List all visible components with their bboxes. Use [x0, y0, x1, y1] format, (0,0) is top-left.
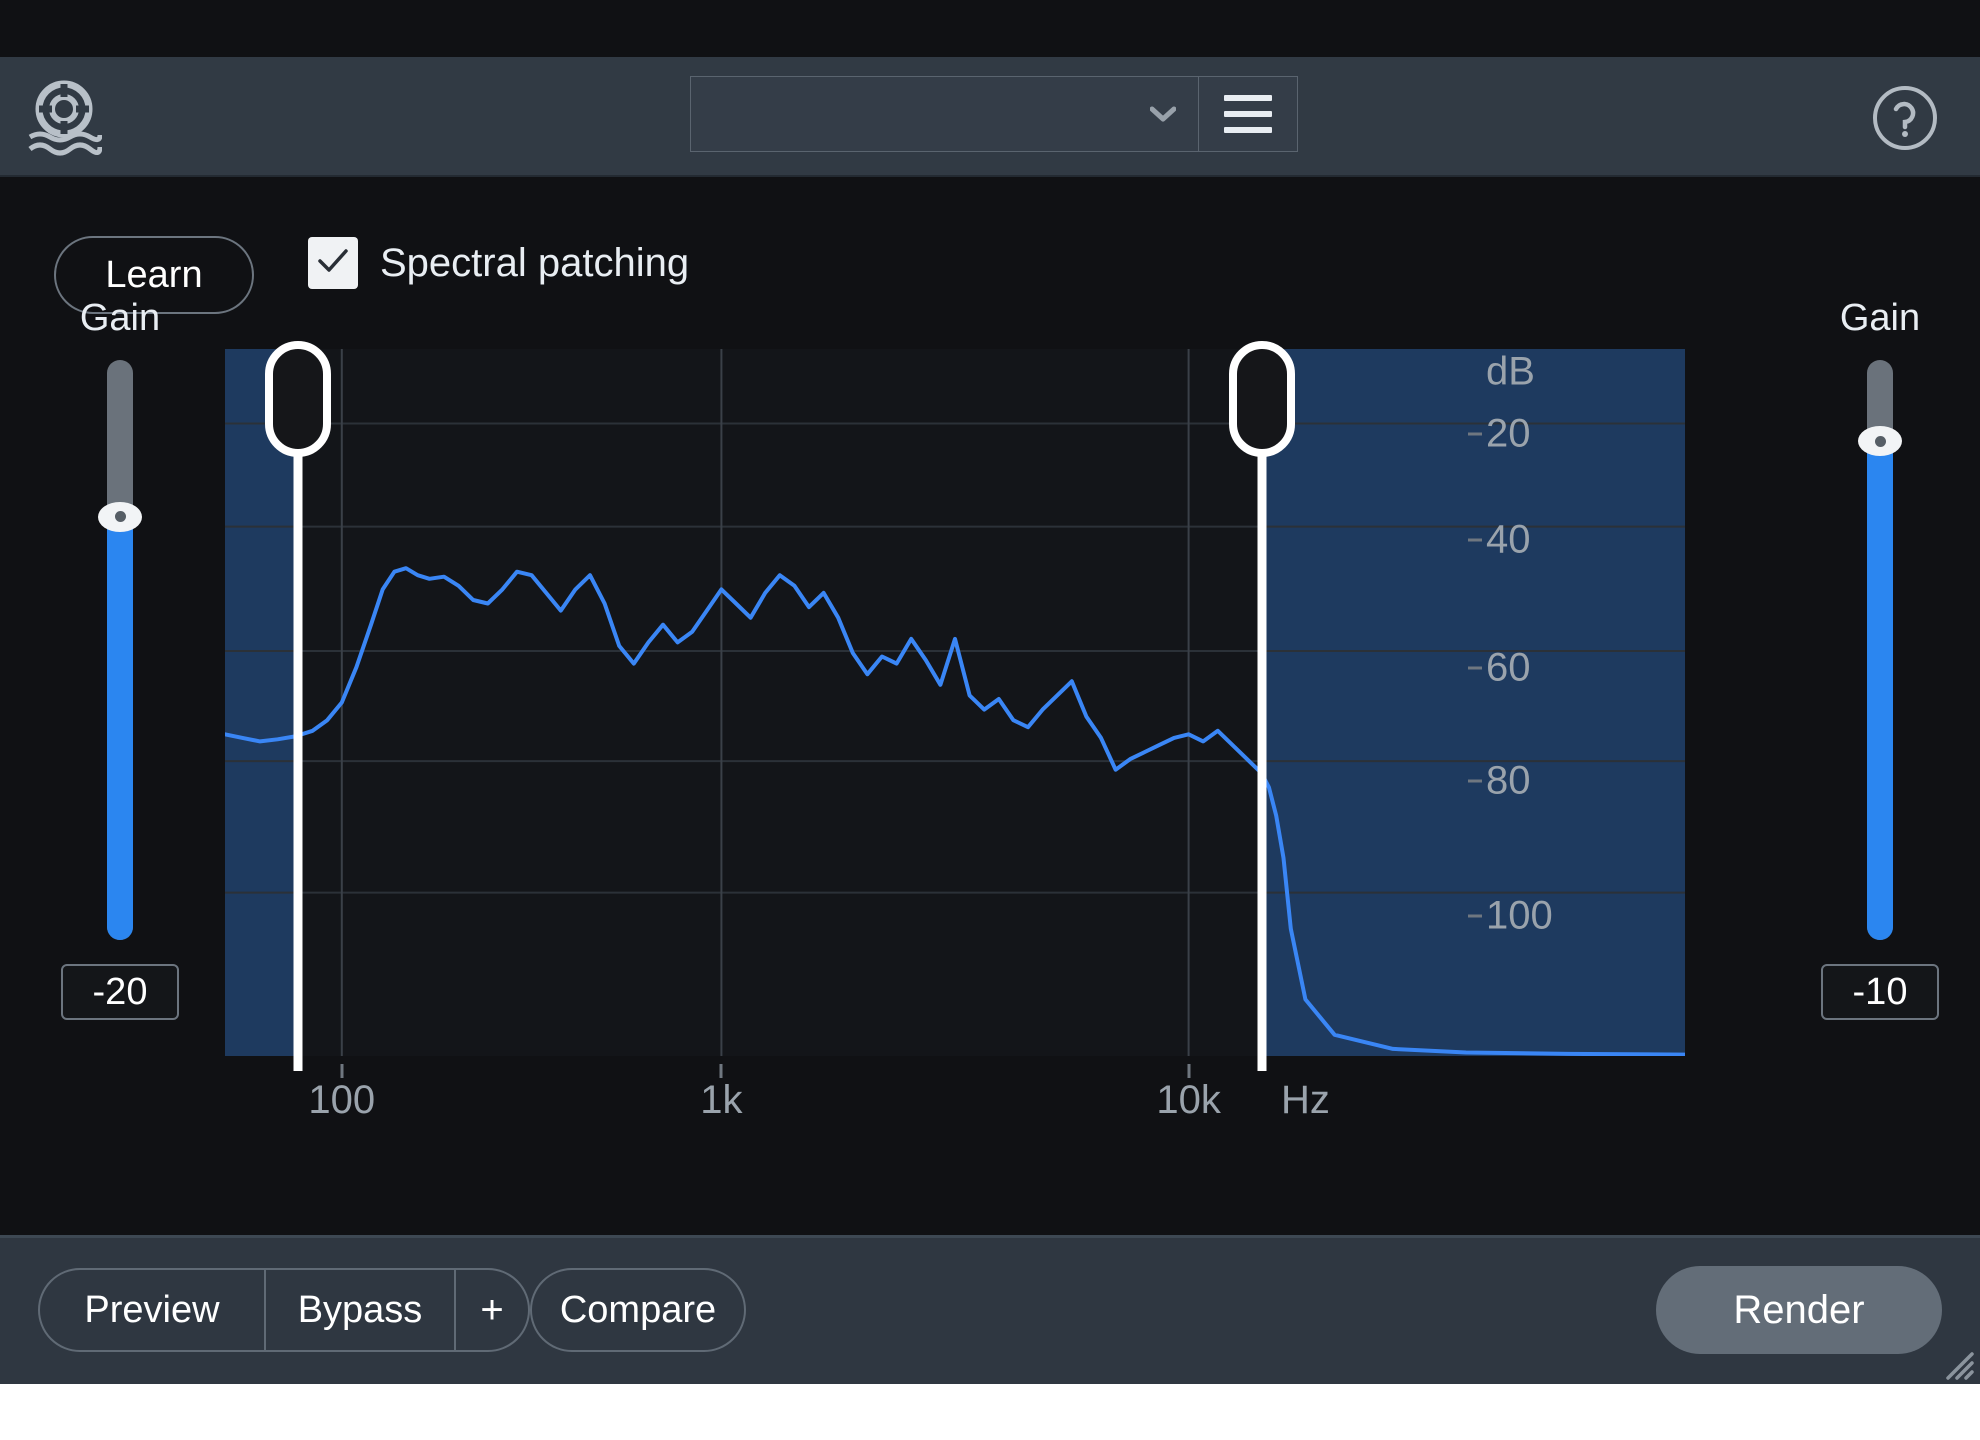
x-tick-mark [340, 1064, 344, 1078]
spectral-patching-label: Spectral patching [380, 240, 690, 285]
spectrum-plot-background [225, 349, 1685, 1056]
gain-right-thumb[interactable] [1858, 426, 1902, 457]
gain-right-fill [1867, 441, 1893, 940]
life-ring-waves-icon [26, 79, 103, 157]
y-tick-label: 20 [1486, 411, 1531, 456]
add-button[interactable]: + [456, 1270, 528, 1350]
header-bar [0, 57, 1980, 177]
x-tick-label: 100 [308, 1078, 376, 1122]
band-fill-layer [225, 349, 1685, 1056]
gain-right-slider[interactable] [1780, 360, 1980, 940]
menu-bar-2 [1224, 111, 1272, 117]
gain-left-value[interactable]: -20 [61, 964, 179, 1020]
gain-right-thumb-dot [1874, 435, 1886, 447]
x-tick-mark [1187, 1064, 1191, 1078]
high-cut-band-grip[interactable] [1228, 341, 1295, 457]
y-tick-label: dB [1486, 349, 1535, 394]
gain-left-slider[interactable] [20, 360, 220, 940]
gain-left-thumb[interactable] [98, 501, 142, 532]
main-panel: Learn Spectral patching Gain -20 Gain -1… [0, 179, 1980, 1235]
y-tick-label: 60 [1486, 645, 1531, 689]
low-cut-band-grip[interactable] [265, 341, 331, 457]
y-axis: dB 20 40 60 80 100 [1468, 339, 1598, 1069]
gain-left-fill [107, 516, 133, 940]
high-cut-band-stem [1257, 449, 1267, 1071]
menu-bar-3 [1224, 127, 1272, 133]
transport-button-group: Preview Bypass + [38, 1268, 530, 1352]
y-tick-mark [1468, 666, 1482, 669]
x-tick-mark [719, 1064, 723, 1078]
gain-left-title: Gain [79, 297, 161, 339]
preset-bar [690, 76, 1298, 152]
gain-left-control: Gain -20 [20, 297, 220, 1020]
low-cut-band-handle[interactable] [265, 341, 331, 1071]
question-mark-circle-icon[interactable] [1870, 83, 1940, 153]
spectrum-svg [225, 349, 1685, 1056]
chevron-down-icon [1149, 106, 1177, 122]
spectrum-graph[interactable] [225, 349, 1685, 1056]
gain-left-thumb-dot [114, 511, 126, 523]
render-button[interactable]: Render [1656, 1266, 1942, 1354]
preview-button[interactable]: Preview [40, 1270, 266, 1350]
low-cut-band-stem [293, 449, 303, 1071]
x-tick-label: Hz [1280, 1078, 1330, 1122]
x-axis: 100 1k 10k Hz [225, 1064, 1685, 1134]
preset-dropdown[interactable] [690, 76, 1198, 152]
y-tick-mark [1468, 779, 1482, 783]
plugin-window: Learn Spectral patching Gain -20 Gain -1… [0, 0, 1980, 1384]
gain-right-control: Gain -10 [1780, 297, 1980, 1020]
y-tick-mark [1468, 914, 1482, 918]
menu-bar-1 [1224, 95, 1272, 101]
gain-right-title: Gain [1839, 297, 1921, 339]
x-tick-label: 10k [1156, 1078, 1221, 1122]
y-tick-label: 100 [1486, 893, 1553, 938]
y-tick-mark [1468, 538, 1482, 542]
x-tick-label: 1k [700, 1078, 743, 1122]
y-tick-label: 80 [1486, 758, 1531, 803]
hamburger-menu-icon[interactable] [1198, 76, 1298, 152]
footer-bar: Preview Bypass + Compare Render [0, 1235, 1980, 1384]
checkmark-icon [316, 246, 350, 281]
high-cut-band-handle[interactable] [1228, 341, 1295, 1071]
spectral-patching-checkbox[interactable] [308, 237, 358, 289]
bypass-button[interactable]: Bypass [266, 1270, 456, 1350]
compare-button[interactable]: Compare [530, 1268, 746, 1352]
gain-right-value[interactable]: -10 [1821, 964, 1939, 1020]
y-tick-label: 40 [1486, 517, 1531, 562]
y-tick-mark [1468, 432, 1482, 436]
resize-grip-icon[interactable] [1934, 1340, 1974, 1380]
spectral-patching-toggle[interactable]: Spectral patching [308, 237, 689, 289]
